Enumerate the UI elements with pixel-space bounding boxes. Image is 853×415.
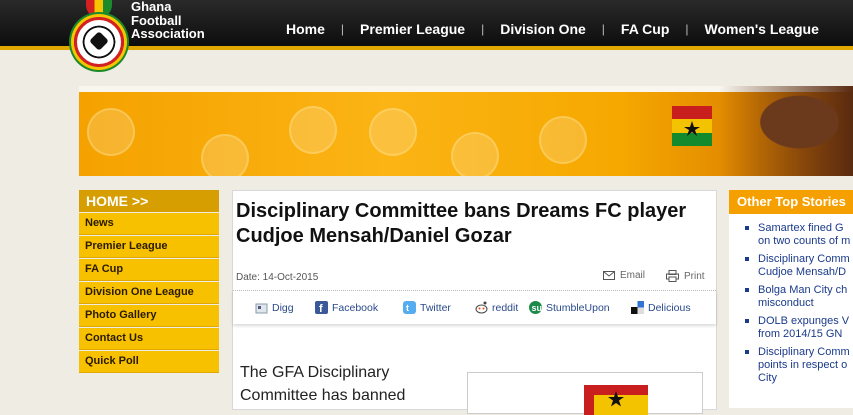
- site-logo-text[interactable]: Ghana Football Association: [131, 0, 205, 41]
- story-text: on two counts of m: [758, 235, 851, 247]
- sidebar-item-quick-poll[interactable]: Quick Poll: [79, 351, 219, 373]
- share-label: StumbleUpon: [546, 301, 610, 314]
- fan-photo: [719, 86, 853, 176]
- story-link[interactable]: Disciplinary Comm Cudjoe Mensah/D: [729, 253, 853, 279]
- sidebar-home-heading[interactable]: HOME >>: [79, 190, 219, 212]
- print-label: Print: [684, 270, 705, 282]
- facebook-icon: f: [315, 301, 328, 314]
- banner-ball-decoration: [201, 134, 249, 176]
- top-stories-heading: Other Top Stories: [729, 190, 853, 214]
- article-body: The GFA Disciplinary Committee has banne…: [240, 361, 430, 407]
- stumbleupon-icon: su: [529, 301, 542, 314]
- svg-text:su: su: [532, 303, 543, 313]
- story-text: Bolga Man City ch: [758, 284, 848, 296]
- article-date: Date: 14-Oct-2015: [236, 272, 319, 283]
- logo-line: Ghana: [131, 0, 172, 14]
- ghana-flag-icon: [584, 385, 648, 415]
- nav-home[interactable]: Home: [270, 21, 341, 37]
- digg-icon: [255, 303, 268, 314]
- email-link[interactable]: Email: [603, 270, 645, 281]
- story-text: misconduct: [758, 297, 814, 309]
- story-text: Disciplinary Comm: [758, 253, 850, 265]
- gfa-logo-icon[interactable]: [74, 17, 124, 67]
- article-body-line: The GFA Disciplinary: [240, 364, 390, 381]
- story-link[interactable]: Samartex fined G on two counts of m: [729, 222, 853, 248]
- top-stories-panel: Other Top Stories Samartex fined G on tw…: [729, 190, 853, 408]
- story-text: City: [758, 372, 777, 384]
- twitter-icon: t: [403, 301, 416, 314]
- share-label: Digg: [272, 301, 294, 314]
- share-delicious[interactable]: Delicious: [631, 301, 691, 314]
- reddit-icon: [475, 301, 488, 314]
- svg-text:t: t: [406, 303, 409, 313]
- article-title: Disciplinary Committee bans Dreams FC pl…: [236, 200, 687, 247]
- share-label: reddit: [492, 301, 519, 314]
- story-link[interactable]: DOLB expunges V from 2014/15 GN: [729, 315, 853, 341]
- print-icon: [666, 270, 679, 282]
- banner-ball-decoration: [289, 106, 337, 154]
- share-reddit[interactable]: reddit: [475, 301, 518, 314]
- email-label: Email: [620, 270, 646, 281]
- story-text: Cudjoe Mensah/D: [758, 266, 847, 278]
- share-digg[interactable]: Digg: [255, 301, 294, 314]
- nav-fa-cup[interactable]: FA Cup: [605, 21, 685, 37]
- svg-text:f: f: [319, 303, 323, 314]
- article-panel: Disciplinary Committee bans Dreams FC pl…: [232, 190, 717, 415]
- share-label: Facebook: [332, 301, 379, 314]
- sidebar-item-division-one-league[interactable]: Division One League: [79, 282, 219, 304]
- nav-premier-league[interactable]: Premier League: [344, 21, 481, 37]
- sidebar-item-photo-gallery[interactable]: Photo Gallery: [79, 305, 219, 327]
- print-link[interactable]: Print: [666, 270, 705, 282]
- banner-ball-decoration: [369, 108, 417, 156]
- banner-ball-decoration: [87, 108, 135, 156]
- story-link[interactable]: Bolga Man City ch misconduct: [729, 284, 853, 310]
- nav-division-one[interactable]: Division One: [484, 21, 602, 37]
- ghana-flag-face-icon: [672, 106, 712, 146]
- story-text: Disciplinary Comm: [758, 346, 850, 358]
- share-stumbleupon[interactable]: su StumbleUpon: [529, 301, 610, 314]
- share-facebook[interactable]: f Facebook: [315, 301, 378, 314]
- share-bar: Digg f Facebook t Twitter reddit su Stum…: [233, 290, 716, 324]
- story-link[interactable]: Disciplinary Comm points in respect o Ci…: [729, 346, 853, 385]
- share-label: Twitter: [420, 301, 451, 314]
- banner-ball-decoration: [451, 132, 499, 176]
- share-twitter[interactable]: t Twitter: [403, 301, 451, 314]
- banner-ball-decoration: [539, 116, 587, 164]
- story-text: points in respect o: [758, 359, 848, 371]
- share-label: Delicious: [648, 301, 691, 314]
- story-text: DOLB expunges V: [758, 315, 850, 327]
- delicious-icon: [631, 301, 644, 314]
- story-text: from 2014/15 GN: [758, 328, 843, 340]
- logo-line: Football: [131, 12, 182, 28]
- header-stripe: [0, 46, 853, 50]
- sidebar-item-contact-us[interactable]: Contact Us: [79, 328, 219, 350]
- sidebar-item-fa-cup[interactable]: FA Cup: [79, 259, 219, 281]
- sidebar-item-premier-league[interactable]: Premier League: [79, 236, 219, 258]
- sidebar-item-news[interactable]: News: [79, 213, 219, 235]
- nav-womens-league[interactable]: Women's League: [689, 21, 835, 37]
- logo-line: Association: [131, 26, 205, 41]
- header-banner-image: [79, 86, 853, 176]
- article-body-line: Committee has banned: [240, 387, 406, 404]
- email-icon: [603, 271, 615, 280]
- left-sidebar: HOME >> News Premier League FA Cup Divis…: [79, 190, 219, 373]
- story-text: Samartex fined G: [758, 222, 844, 234]
- main-nav: Home | Premier League | Division One | F…: [270, 20, 835, 38]
